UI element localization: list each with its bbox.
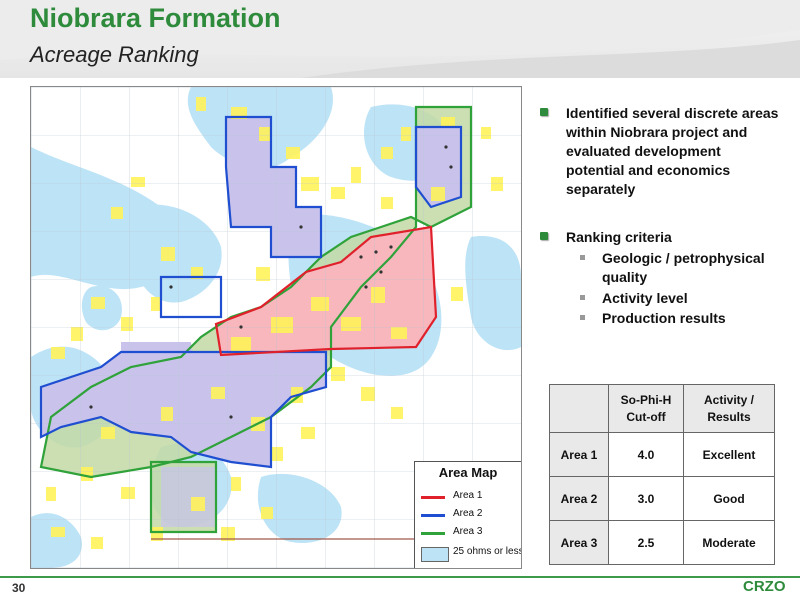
sub-bullet-marker: [580, 255, 585, 260]
legend-line-green: [421, 532, 445, 535]
slide-header: Niobrara Formation Acreage Ranking: [0, 0, 800, 78]
bullet-marker: [540, 108, 548, 116]
row-label: Area 1: [549, 432, 609, 477]
row-label: Area 2: [549, 476, 609, 521]
legend-line-red: [421, 496, 445, 499]
cutoff-cell: 3.0: [608, 476, 684, 521]
sub-bullet-3: Production results: [580, 309, 790, 328]
slide-subtitle: Acreage Ranking: [30, 42, 199, 67]
company-logo: CRZO: [743, 578, 786, 595]
page-number: 30: [12, 581, 26, 595]
ranking-table: So-Phi-H Cut-off Activity / Results Area…: [549, 384, 775, 565]
map-legend: Area Map Area 1 Area 2 Area 3 25 ohms or…: [414, 461, 521, 568]
bullet-item-2: Ranking criteria Geologic / petrophysica…: [540, 228, 780, 326]
legend-line-blue: [421, 514, 445, 517]
table-row: Area 3 2.5 Moderate: [549, 520, 775, 565]
table-header-results: Activity / Results: [683, 384, 775, 433]
table-row: Area 2 3.0 Good: [549, 476, 775, 521]
slide-title: Niobrara Formation: [30, 3, 281, 33]
legend-swatch-blue: [421, 547, 449, 562]
row-label: Area 3: [549, 520, 609, 565]
legend-title: Area Map: [438, 465, 498, 480]
table-header-blank: [549, 384, 609, 433]
bullet-item-1: Identified several discrete areas within…: [540, 104, 780, 199]
table-header-cutoff: So-Phi-H Cut-off: [608, 384, 684, 433]
sub-bullet-marker: [580, 315, 585, 320]
table-row: Area 1 4.0 Excellent: [549, 432, 775, 477]
area-map: Area Map Area 1 Area 2 Area 3 25 ohms or…: [30, 86, 522, 569]
result-cell: Good: [683, 476, 775, 521]
sub-bullet-1: Geologic / petrophysical quality: [580, 249, 790, 287]
bullet-marker: [540, 232, 548, 240]
cutoff-cell: 2.5: [608, 520, 684, 565]
result-cell: Excellent: [683, 432, 775, 477]
table-header-row: So-Phi-H Cut-off Activity / Results: [549, 384, 775, 433]
sub-bullet-marker: [580, 295, 585, 300]
cutoff-cell: 4.0: [608, 432, 684, 477]
result-cell: Moderate: [683, 520, 775, 565]
sub-bullet-2: Activity level: [580, 289, 790, 308]
footer-divider: [0, 576, 800, 578]
